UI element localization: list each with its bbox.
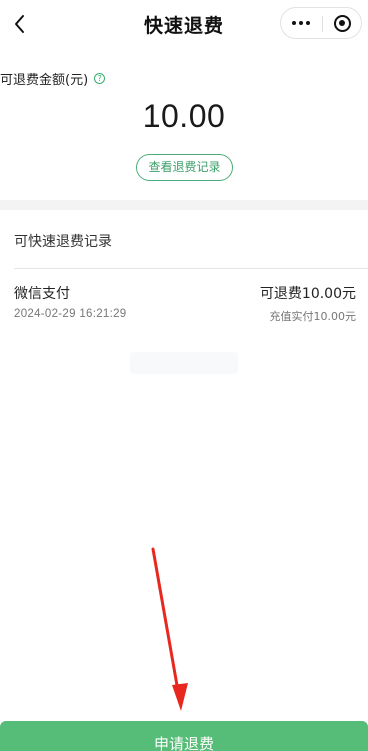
mini-program-capsule [280, 7, 362, 39]
more-dots-icon [292, 21, 296, 25]
view-refund-records-button[interactable]: 查看退费记录 [136, 154, 233, 181]
payment-time: 2024-02-29 16:21:29 [14, 308, 127, 320]
refundable-amount-label: 可退费金额(元) ? [0, 69, 106, 88]
refundable-amount: 可退费10.00元 [259, 286, 356, 302]
section-separator [0, 200, 368, 210]
question-circle-icon[interactable]: ? [94, 73, 106, 84]
red-arrow-icon [151, 547, 188, 711]
target-close-icon [333, 14, 351, 32]
apply-refund-button[interactable]: 申请退费 [0, 721, 368, 751]
records-divider [14, 268, 368, 269]
paid-amount: 充值实付10.00元 [269, 310, 357, 323]
refundable-amount-value: 10.00 [142, 98, 226, 134]
navigation-bar: 快速退费 [0, 0, 368, 48]
amount-label-text: 可退费金额(元) [0, 73, 89, 88]
records-section-title: 可快速退费记录 [14, 234, 112, 250]
payment-method: 微信支付 [14, 286, 70, 302]
placeholder-area [130, 352, 238, 374]
more-button[interactable] [281, 8, 321, 38]
close-button[interactable] [323, 8, 361, 38]
